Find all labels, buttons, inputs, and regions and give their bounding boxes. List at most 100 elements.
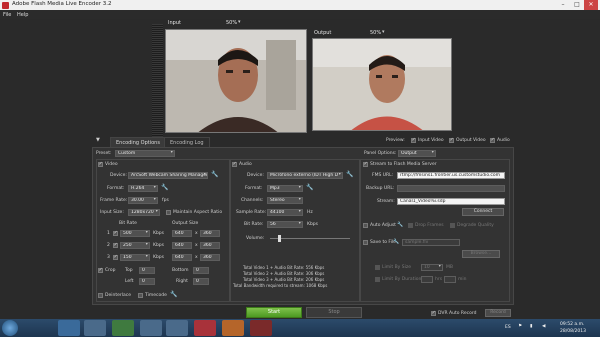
language-indicator[interactable]: ES — [505, 325, 511, 330]
minimize-button[interactable]: – — [556, 0, 570, 10]
video-format-select[interactable]: H.264 — [128, 185, 158, 192]
start-button[interactable]: Start — [246, 307, 302, 318]
audio-device-select[interactable]: Micrófono externo (IDT High D — [267, 172, 343, 179]
close-button[interactable]: ✕ — [584, 0, 598, 10]
video-checkbox[interactable] — [98, 161, 103, 167]
row-3-height-input[interactable]: 360 — [200, 254, 220, 261]
audio-bit-rate-select[interactable]: 56 — [267, 221, 303, 228]
flash-encoder-icon[interactable] — [194, 320, 216, 336]
network-icon[interactable]: ▮ — [530, 324, 532, 329]
crop-top-input[interactable]: 0 — [139, 267, 155, 274]
crop-checkbox[interactable] — [98, 267, 103, 273]
browse-button[interactable]: Browse... — [462, 250, 500, 258]
drop-frames-radio[interactable] — [408, 223, 413, 228]
stream-to-server-checkbox[interactable] — [363, 161, 368, 167]
stop-button[interactable]: Stop — [306, 307, 362, 318]
fms-url-label: FMS URL: — [372, 173, 394, 178]
preset-select[interactable]: Custom — [115, 150, 175, 157]
chevron-down-icon[interactable]: ▾ — [238, 19, 241, 25]
crop-right-input[interactable]: 0 — [193, 278, 209, 285]
auto-adjust-checkbox[interactable] — [363, 223, 368, 228]
panel-options-select[interactable]: Output — [398, 150, 436, 157]
degrade-quality-radio[interactable] — [450, 223, 455, 228]
row-3-bitrate-select[interactable]: 150 — [120, 254, 150, 261]
wrench-icon[interactable]: 🔧 — [346, 171, 353, 178]
crop-bottom-input[interactable]: 0 — [193, 267, 209, 274]
frame-rate-select[interactable]: 30.00 — [128, 197, 158, 204]
by-label: x — [195, 231, 198, 236]
row-2-height-input[interactable]: 360 — [200, 242, 220, 249]
wrench-icon[interactable]: 🔧 — [161, 184, 168, 191]
chrome-icon[interactable] — [166, 320, 188, 336]
size-select[interactable]: 10 — [421, 264, 443, 271]
audio-checkbox[interactable] — [232, 161, 237, 167]
crop-left-label: Left — [125, 279, 134, 284]
row-3-width-input[interactable]: 640 — [172, 254, 192, 261]
row-2-bitrate-select[interactable]: 250 — [120, 242, 150, 249]
volume-slider-thumb[interactable] — [278, 235, 281, 242]
internet-explorer-icon[interactable] — [58, 320, 80, 336]
save-path-input[interactable]: sample.flv — [402, 239, 460, 246]
row-2-width-input[interactable]: 640 — [172, 242, 192, 249]
start-menu-icon[interactable] — [2, 320, 18, 336]
fms-url-input[interactable]: rtmp://fmsins1.frontier.us.customstudio.… — [397, 172, 505, 179]
row-1-bitrate-select[interactable]: 500 — [120, 230, 150, 237]
row-number: 2 — [107, 243, 110, 248]
record-button[interactable]: Record — [485, 309, 511, 317]
firefox-icon[interactable] — [222, 320, 244, 336]
connect-button[interactable]: Connect — [462, 208, 504, 216]
row-1-height-input[interactable]: 360 — [200, 230, 220, 237]
limit-by-size-checkbox[interactable] — [375, 265, 380, 270]
timecode-checkbox[interactable] — [138, 293, 143, 298]
row-1-checkbox[interactable] — [113, 230, 118, 236]
stream-input[interactable]: Canal1_Video%i.sdp — [397, 198, 505, 205]
maximize-button[interactable]: □ — [570, 0, 584, 10]
clock-time[interactable]: 09:52 a.m. — [560, 322, 584, 327]
duration-hours-input[interactable] — [421, 276, 433, 283]
wrench-icon[interactable]: 🔧 — [211, 171, 218, 178]
video-device-select[interactable]: ArcSoft Webcam Sharing Manager — [128, 172, 208, 179]
menu-help[interactable]: Help — [17, 12, 28, 18]
row-2-checkbox[interactable] — [113, 242, 118, 248]
input-zoom-select[interactable]: 50% — [226, 20, 237, 26]
tab-encoding-options[interactable]: Encoding Options — [110, 137, 166, 147]
pdf-reader-icon[interactable] — [250, 320, 272, 336]
sample-rate-select[interactable]: 44100 — [267, 209, 303, 216]
hz-label: Hz — [307, 210, 313, 215]
wrench-icon[interactable]: 🔧 — [393, 239, 399, 245]
deinterlace-checkbox[interactable] — [98, 293, 103, 298]
by-label: x — [195, 255, 198, 260]
clock-date[interactable]: 28/08/2013 — [560, 329, 586, 334]
backup-url-input[interactable] — [397, 185, 505, 192]
file-explorer-icon[interactable] — [84, 320, 106, 336]
tab-encoding-log[interactable]: Encoding Log — [164, 137, 210, 147]
input-size-select[interactable]: 1280x720 — [128, 209, 160, 216]
row-1-width-input[interactable]: 640 — [172, 230, 192, 237]
output-zoom-select[interactable]: 50% — [370, 30, 381, 36]
row-3-checkbox[interactable] — [113, 254, 118, 260]
volume-slider-track[interactable] — [270, 238, 350, 239]
tray-flag-icon[interactable]: ⚑ — [518, 324, 522, 329]
crop-top-label: Top — [125, 268, 133, 273]
media-app-icon[interactable] — [140, 320, 162, 336]
crop-left-input[interactable]: 0 — [139, 278, 155, 285]
input-video-preview — [165, 29, 307, 133]
dvr-auto-record-checkbox[interactable] — [431, 310, 436, 316]
chart-app-icon[interactable] — [112, 320, 134, 336]
menu-file[interactable]: File — [3, 12, 11, 18]
wrench-icon[interactable]: 🔧 — [397, 222, 403, 228]
wrench-icon[interactable]: 🔧 — [170, 291, 177, 298]
chevron-down-icon[interactable]: ▾ — [382, 29, 385, 35]
duration-minutes-input[interactable] — [444, 276, 456, 283]
drop-frames-label: Drop Frames — [415, 223, 444, 228]
save-to-file-checkbox[interactable] — [363, 240, 368, 245]
total-video-3: Total Video 3 + Audio Bit Rate: 206 Kbps — [243, 277, 325, 282]
limit-by-duration-checkbox[interactable] — [375, 277, 380, 282]
audio-format-select[interactable]: Mp3 — [267, 185, 303, 192]
volume-icon[interactable]: ◀ — [542, 324, 545, 329]
channels-select[interactable]: Stereo — [267, 197, 303, 204]
stream-to-server-label: Stream to Flash Media Server — [370, 162, 437, 167]
wrench-icon[interactable]: 🔧 — [306, 184, 313, 191]
output-video-preview — [312, 38, 452, 131]
maintain-aspect-checkbox[interactable] — [166, 210, 171, 215]
